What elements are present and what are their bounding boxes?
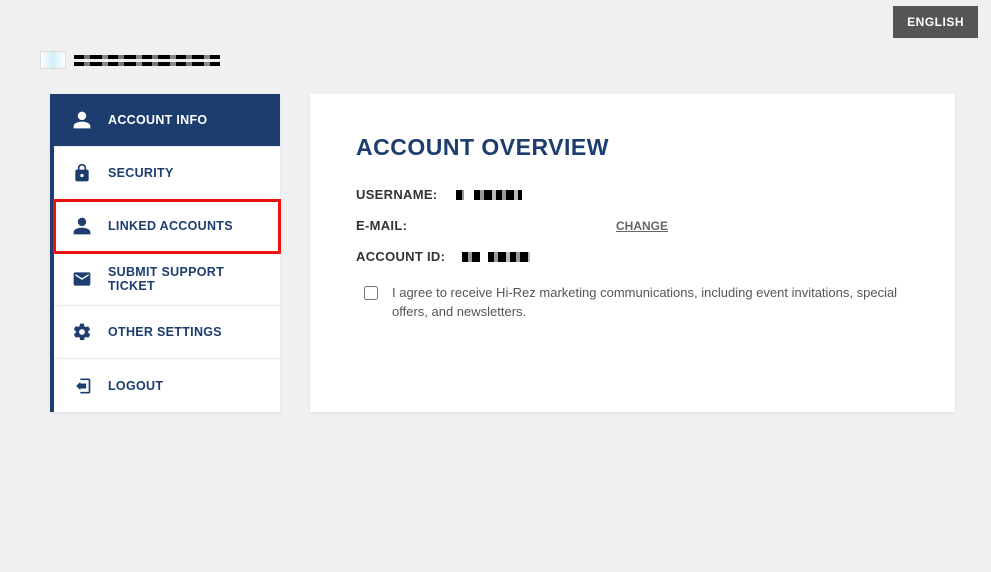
marketing-consent-text: I agree to receive Hi-Rez marketing comm… bbox=[392, 284, 902, 322]
marketing-consent-row: I agree to receive Hi-Rez marketing comm… bbox=[356, 284, 909, 322]
panel-title: ACCOUNT OVERVIEW bbox=[356, 134, 909, 161]
sidebar-item-support-ticket[interactable]: SUBMIT SUPPORT TICKET bbox=[54, 253, 280, 306]
mail-icon bbox=[72, 269, 92, 289]
user-icon bbox=[72, 110, 92, 130]
sidebar-item-label: LINKED ACCOUNTS bbox=[108, 219, 233, 233]
sidebar: ACCOUNT INFO SECURITY LINKED ACCOUNTS SU… bbox=[50, 94, 280, 412]
logo-mark bbox=[40, 51, 66, 69]
sidebar-item-label: ACCOUNT INFO bbox=[108, 113, 207, 127]
account-overview-panel: ACCOUNT OVERVIEW USERNAME: E-MAIL: CHANG… bbox=[310, 94, 955, 412]
sidebar-item-label: SUBMIT SUPPORT TICKET bbox=[108, 265, 262, 293]
sidebar-item-account-info[interactable]: ACCOUNT INFO bbox=[54, 94, 280, 147]
marketing-consent-checkbox[interactable] bbox=[364, 286, 378, 300]
email-row: E-MAIL: CHANGE bbox=[356, 218, 909, 233]
lock-icon bbox=[72, 163, 92, 183]
accountid-row: ACCOUNT ID: bbox=[356, 249, 909, 264]
language-button[interactable]: ENGLISH bbox=[893, 6, 978, 38]
user-icon bbox=[72, 216, 92, 236]
username-row: USERNAME: bbox=[356, 187, 909, 202]
accountid-value bbox=[456, 251, 616, 263]
username-value bbox=[456, 189, 616, 201]
sidebar-item-label: LOGOUT bbox=[108, 379, 163, 393]
sidebar-item-logout[interactable]: LOGOUT bbox=[54, 359, 280, 412]
change-email-link[interactable]: CHANGE bbox=[616, 219, 668, 233]
username-label: USERNAME: bbox=[356, 187, 456, 202]
sidebar-item-label: OTHER SETTINGS bbox=[108, 325, 222, 339]
gear-icon bbox=[72, 322, 92, 342]
sidebar-item-security[interactable]: SECURITY bbox=[54, 147, 280, 200]
logout-icon bbox=[72, 376, 92, 396]
logo-text-redacted bbox=[74, 55, 220, 66]
sidebar-item-label: SECURITY bbox=[108, 166, 174, 180]
sidebar-item-linked-accounts[interactable]: LINKED ACCOUNTS bbox=[54, 200, 280, 253]
email-label: E-MAIL: bbox=[356, 218, 456, 233]
logo bbox=[40, 50, 220, 70]
accountid-label: ACCOUNT ID: bbox=[356, 249, 456, 264]
sidebar-item-other-settings[interactable]: OTHER SETTINGS bbox=[54, 306, 280, 359]
